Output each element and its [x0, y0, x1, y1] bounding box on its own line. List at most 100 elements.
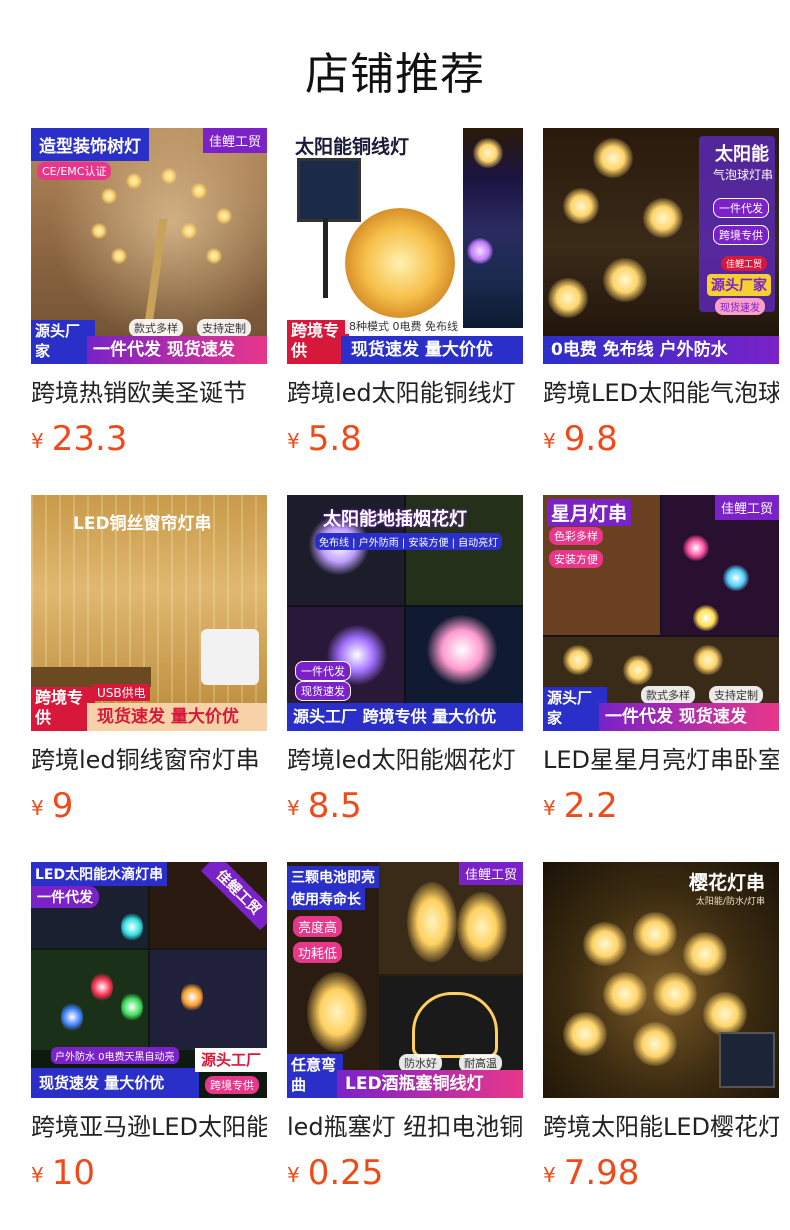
currency-symbol: ¥ — [31, 1163, 44, 1187]
footer-banner: 现货速发 量大价优 — [31, 1068, 199, 1098]
image-subtext: 户外防水 0电费天黑自动亮 — [51, 1047, 179, 1064]
feature-tag: 支持定制 — [197, 319, 251, 337]
feature-tag: 一件代发 — [295, 661, 351, 681]
headline-banner: 星月灯串 — [547, 499, 632, 526]
feature-tag: 款式多样 — [641, 686, 695, 704]
product-image[interactable]: 星月灯串 佳鲤工贸 色彩多样 安装方便 款式多样 支持定制 源头厂家 一件代发 … — [543, 495, 779, 731]
price-value: 8.5 — [307, 786, 362, 826]
product-image[interactable]: LED铜丝窗帘灯串 USB供电 跨境专供 现货速发 量大价优 — [31, 495, 267, 731]
footer-banner: 现货速发 量大价优 — [341, 336, 523, 364]
product-card[interactable]: 太阳能铜线灯 跨境专供 8种模式 0电费 免布线 现货速发 量大价优 跨境led… — [287, 128, 523, 468]
shipping-badge: 现货速发 — [715, 298, 765, 315]
corner-label: 源头工厂 — [195, 1048, 267, 1072]
product-name[interactable]: 跨境太阳能LED樱花灯串 — [543, 1112, 779, 1142]
footer-banner: 一件代发 现货速发 — [87, 336, 267, 364]
image-subtext: 8种模式 0电费 免布线 — [345, 318, 462, 334]
feature-tag: 色彩多样 — [549, 527, 603, 545]
price-value: 10 — [51, 1153, 95, 1193]
image-subtext: 气泡球灯串 — [712, 168, 773, 182]
feature-tag: 亮度高 — [293, 916, 343, 937]
footer-banner: 一件代发 现货速发 — [599, 703, 779, 731]
product-card[interactable]: LED太阳能水滴灯串 一件代发 佳鲤工贸 户外防水 0电费天黑自动亮 现货速发 … — [31, 862, 267, 1202]
product-image[interactable]: 太阳能 气泡球灯串 一件代发 跨境专供 佳鲤工贸 源头厂家 现货速发 0电费 免… — [543, 128, 779, 364]
price-value: 7.98 — [563, 1153, 640, 1193]
product-price: ¥2.2 — [543, 787, 779, 829]
product-name[interactable]: led瓶塞灯 纽扣电池铜线灯 — [287, 1112, 523, 1142]
footer-banner: 0电费 免布线 户外防水 — [543, 336, 779, 364]
product-card[interactable]: 三颗电池即亮 使用寿命长 佳鲤工贸 亮度高 功耗低 防水好 耐高温 任意弯曲 L… — [287, 862, 523, 1202]
product-name[interactable]: 跨境热销欧美圣诞节 — [31, 378, 267, 408]
product-price: ¥23.3 — [31, 420, 267, 462]
brand-badge: 佳鲤工贸 — [458, 862, 523, 885]
product-image[interactable]: 樱花灯串 太阳能/防水/灯串 — [543, 862, 779, 1098]
headline-banner: 造型装饰树灯 — [31, 128, 149, 161]
headline-banner: 樱花灯串 — [688, 872, 765, 894]
product-card[interactable]: 樱花灯串 太阳能/防水/灯串 跨境太阳能LED樱花灯串 ¥7.98 — [543, 862, 779, 1202]
product-price: ¥9.8 — [543, 420, 779, 462]
product-card[interactable]: 太阳能地插烟花灯 免布线 | 户外防雨 | 安装方便 | 自动亮灯 一件代发 现… — [287, 495, 523, 835]
price-value: 0.25 — [307, 1153, 384, 1193]
currency-symbol: ¥ — [543, 1163, 556, 1187]
currency-symbol: ¥ — [31, 429, 44, 453]
product-image[interactable]: 造型装饰树灯 佳鲤工贸 CE/EMC认证 款式多样 支持定制 源头厂家 一件代发… — [31, 128, 267, 364]
factory-badge: 源头厂家 — [707, 274, 771, 296]
image-subtext: 太阳能/防水/灯串 — [695, 897, 765, 907]
product-image[interactable]: 太阳能地插烟花灯 免布线 | 户外防雨 | 安装方便 | 自动亮灯 一件代发 现… — [287, 495, 523, 731]
headline-banner: 三颗电池即亮 — [287, 866, 379, 888]
price-value: 23.3 — [51, 419, 128, 459]
currency-symbol: ¥ — [543, 796, 556, 820]
product-name[interactable]: 跨境LED太阳能气泡球灯 — [543, 378, 779, 408]
product-card[interactable]: 造型装饰树灯 佳鲤工贸 CE/EMC认证 款式多样 支持定制 源头厂家 一件代发… — [31, 128, 267, 468]
corner-label: 源头厂家 — [543, 687, 607, 731]
corner-label: 任意弯曲 — [287, 1054, 343, 1098]
footer-banner: 现货速发 量大价优 — [87, 703, 267, 731]
headline-banner: 太阳能 — [715, 144, 769, 165]
feature-tag: 一件代发 — [31, 886, 99, 908]
product-price: ¥7.98 — [543, 1154, 779, 1196]
product-price: ¥0.25 — [287, 1154, 523, 1196]
headline-banner: LED太阳能水滴灯串 — [31, 862, 168, 886]
corner-label: 源头厂家 — [31, 320, 95, 364]
product-price: ¥5.8 — [287, 420, 523, 462]
product-card[interactable]: LED铜丝窗帘灯串 USB供电 跨境专供 现货速发 量大价优 跨境led铜线窗帘… — [31, 495, 267, 835]
product-name[interactable]: 跨境led太阳能铜线灯 — [287, 378, 523, 408]
product-name[interactable]: 跨境led铜线窗帘灯串 — [31, 745, 267, 775]
feature-tag: 安装方便 — [549, 550, 603, 568]
feature-tag: 款式多样 — [129, 319, 183, 337]
headline-banner: 太阳能地插烟花灯 — [323, 509, 467, 530]
headline-banner: LED铜丝窗帘灯串 — [73, 514, 212, 534]
corner-label: 跨境专供 — [287, 320, 349, 364]
currency-symbol: ¥ — [31, 796, 44, 820]
feature-tag: 功耗低 — [293, 942, 343, 963]
currency-symbol: ¥ — [543, 429, 556, 453]
product-name[interactable]: LED星星月亮灯串卧室 — [543, 745, 779, 775]
product-image[interactable]: 三颗电池即亮 使用寿命长 佳鲤工贸 亮度高 功耗低 防水好 耐高温 任意弯曲 L… — [287, 862, 523, 1098]
feature-tag: 跨境专供 — [713, 225, 769, 245]
product-price: ¥9 — [31, 787, 267, 829]
currency-symbol: ¥ — [287, 796, 300, 820]
product-name[interactable]: 跨境led太阳能烟花灯 — [287, 745, 523, 775]
footer-banner: 源头工厂 跨境专供 量大价优 — [287, 703, 523, 731]
cert-tag: CE/EMC认证 — [37, 162, 112, 180]
product-image[interactable]: LED太阳能水滴灯串 一件代发 佳鲤工贸 户外防水 0电费天黑自动亮 现货速发 … — [31, 862, 267, 1098]
feature-tag: 支持定制 — [709, 686, 763, 704]
image-subtext: USB供电 — [93, 684, 150, 701]
brand-badge: 佳鲤工贸 — [720, 256, 767, 271]
currency-symbol: ¥ — [287, 1163, 300, 1187]
brand-badge: 佳鲤工贸 — [202, 128, 267, 153]
image-subtext: 免布线 | 户外防雨 | 安装方便 | 自动亮灯 — [315, 533, 503, 550]
footer-banner: LED酒瓶塞铜线灯 — [337, 1070, 523, 1098]
product-card[interactable]: 星月灯串 佳鲤工贸 色彩多样 安装方便 款式多样 支持定制 源头厂家 一件代发 … — [543, 495, 779, 835]
product-name[interactable]: 跨境亚马逊LED太阳能 — [31, 1112, 267, 1142]
feature-tag: 现货速发 — [295, 681, 351, 701]
price-value: 5.8 — [307, 419, 362, 459]
price-value: 9 — [51, 786, 74, 826]
product-price: ¥10 — [31, 1154, 267, 1196]
feature-tag: 一件代发 — [713, 198, 769, 218]
corner-label: 跨境专供 — [31, 687, 95, 731]
currency-symbol: ¥ — [287, 429, 300, 453]
product-card[interactable]: 太阳能 气泡球灯串 一件代发 跨境专供 佳鲤工贸 源头厂家 现货速发 0电费 免… — [543, 128, 779, 468]
product-image[interactable]: 太阳能铜线灯 跨境专供 8种模式 0电费 免布线 现货速发 量大价优 — [287, 128, 523, 364]
headline-banner: 太阳能铜线灯 — [295, 136, 410, 158]
page-title: 店铺推荐 — [305, 49, 485, 100]
